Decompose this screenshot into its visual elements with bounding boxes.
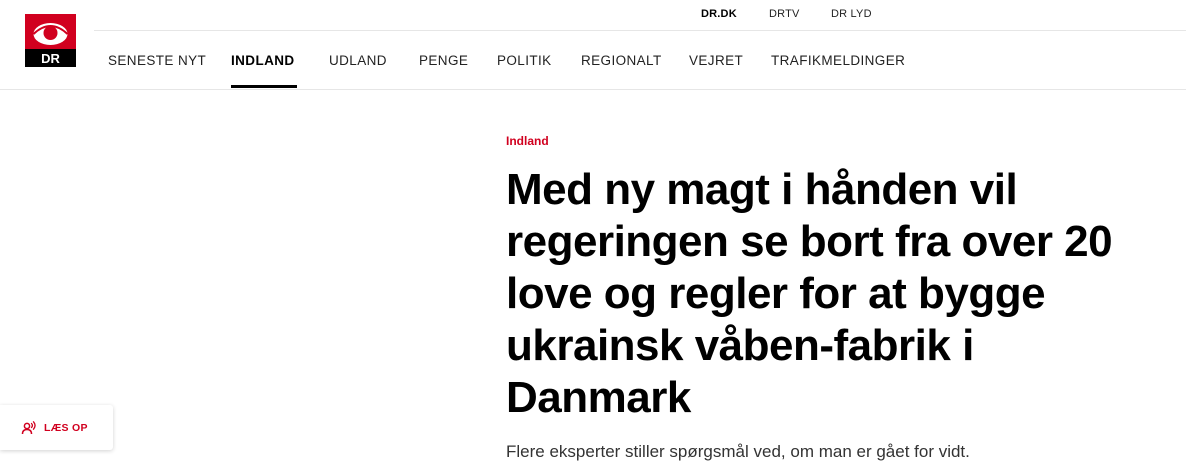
nav-active-indicator xyxy=(231,85,297,88)
nav-item-trafikmeldinger[interactable]: TRAFIKMELDINGER xyxy=(771,53,905,68)
nav-item-indland[interactable]: INDLAND xyxy=(231,53,295,68)
nav-item-penge[interactable]: PENGE xyxy=(419,53,468,68)
article-summary: Flere eksperter stiller spørgsmål ved, o… xyxy=(506,442,970,461)
top-links: DR.DK DRTV DR LYD xyxy=(0,0,1186,31)
nav-item-seneste-nyt[interactable]: SENESTE NYT xyxy=(108,53,206,68)
article-kicker[interactable]: Indland xyxy=(506,134,549,148)
read-aloud-label: LÆS OP xyxy=(44,421,88,434)
nav-item-udland[interactable]: UDLAND xyxy=(329,53,387,68)
top-link-drtv[interactable]: DRTV xyxy=(769,8,800,20)
logo-text: DR xyxy=(41,51,60,66)
read-aloud-button[interactable]: LÆS OP xyxy=(0,405,113,450)
nav-item-politik[interactable]: POLITIK xyxy=(497,53,552,68)
site-header: DR DR.DK DRTV DR LYD SENESTE NYT INDLAND… xyxy=(0,0,1186,90)
top-link-drdk[interactable]: DR.DK xyxy=(701,8,737,20)
nav-item-vejret[interactable]: VEJRET xyxy=(689,53,743,68)
top-link-drlyd[interactable]: DR LYD xyxy=(831,8,872,20)
top-divider xyxy=(94,30,1186,31)
nav-item-regionalt[interactable]: REGIONALT xyxy=(581,53,662,68)
article-headline: Med ny magt i hånden vil regeringen se b… xyxy=(506,165,1113,422)
read-aloud-icon xyxy=(21,420,37,436)
